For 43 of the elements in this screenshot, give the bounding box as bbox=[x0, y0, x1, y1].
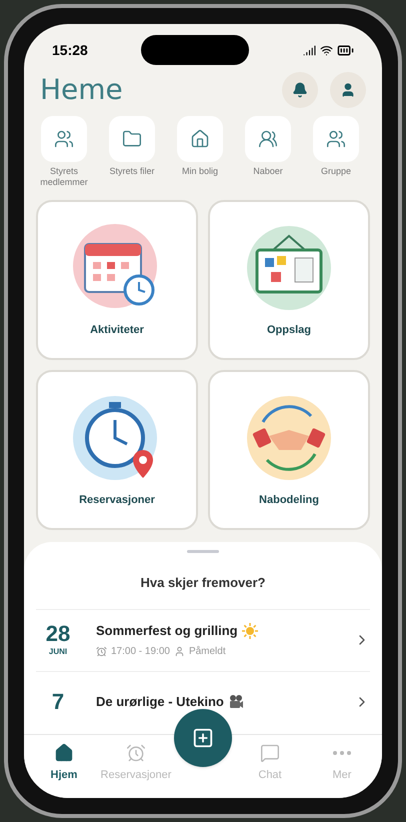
plus-icon bbox=[192, 727, 214, 749]
alarm-clock-icon bbox=[126, 743, 146, 763]
shortcut-item[interactable]: Min bolig bbox=[172, 116, 228, 200]
event-month: JUNI bbox=[48, 646, 68, 658]
event-title: De urørlige - Utekino bbox=[96, 693, 224, 712]
home-icon bbox=[54, 743, 74, 763]
person-icon bbox=[174, 646, 185, 658]
shortcut-item[interactable]: Styrets filer bbox=[104, 116, 160, 200]
event-status: Påmeldt bbox=[188, 645, 226, 660]
sheet-handle[interactable] bbox=[187, 550, 219, 553]
shortcut-item[interactable]: Styrets medlemmer bbox=[36, 116, 92, 200]
chat-icon bbox=[260, 743, 280, 763]
feature-card[interactable]: Nabodeling bbox=[208, 370, 370, 530]
wifi-icon bbox=[320, 44, 333, 56]
event-time: 17:00 - 19:00 bbox=[111, 645, 170, 660]
event-title: Sommerfest og grilling bbox=[96, 622, 238, 640]
feature-card[interactable]: Oppslag bbox=[208, 200, 370, 360]
app-logo: Heme bbox=[40, 72, 123, 108]
notifications-button[interactable] bbox=[282, 72, 318, 108]
house-icon bbox=[190, 129, 210, 149]
sun-icon bbox=[242, 622, 258, 638]
event-day: 7 bbox=[52, 690, 64, 714]
film-camera-icon bbox=[228, 694, 244, 710]
group-icon bbox=[326, 129, 346, 149]
nav-tab[interactable]: Hjem bbox=[28, 743, 100, 784]
shortcut-item[interactable]: Naboer bbox=[240, 116, 296, 200]
feature-card[interactable]: Aktiviteter bbox=[36, 200, 198, 360]
profile-button[interactable] bbox=[330, 72, 366, 108]
signal-icon bbox=[303, 44, 316, 56]
people-icon bbox=[258, 129, 278, 149]
feature-card[interactable]: Reservasjoner bbox=[36, 370, 198, 530]
shortcut-item[interactable]: Gruppe bbox=[308, 116, 364, 200]
more-icon bbox=[333, 751, 351, 755]
folder-icon bbox=[122, 129, 142, 149]
section-title: Hva skjer fremover? bbox=[140, 574, 266, 592]
alarm-clock-icon bbox=[96, 646, 107, 658]
bell-icon bbox=[292, 82, 308, 98]
user-icon bbox=[340, 82, 356, 98]
status-time: 15:28 bbox=[52, 41, 88, 60]
people-icon bbox=[54, 129, 74, 149]
event-day: 28 bbox=[46, 622, 70, 646]
add-button[interactable] bbox=[174, 709, 232, 767]
event-row[interactable]: 28 JUNI Sommerfest og grilling 17:00 - 19:00 Påmeldt bbox=[36, 608, 370, 670]
